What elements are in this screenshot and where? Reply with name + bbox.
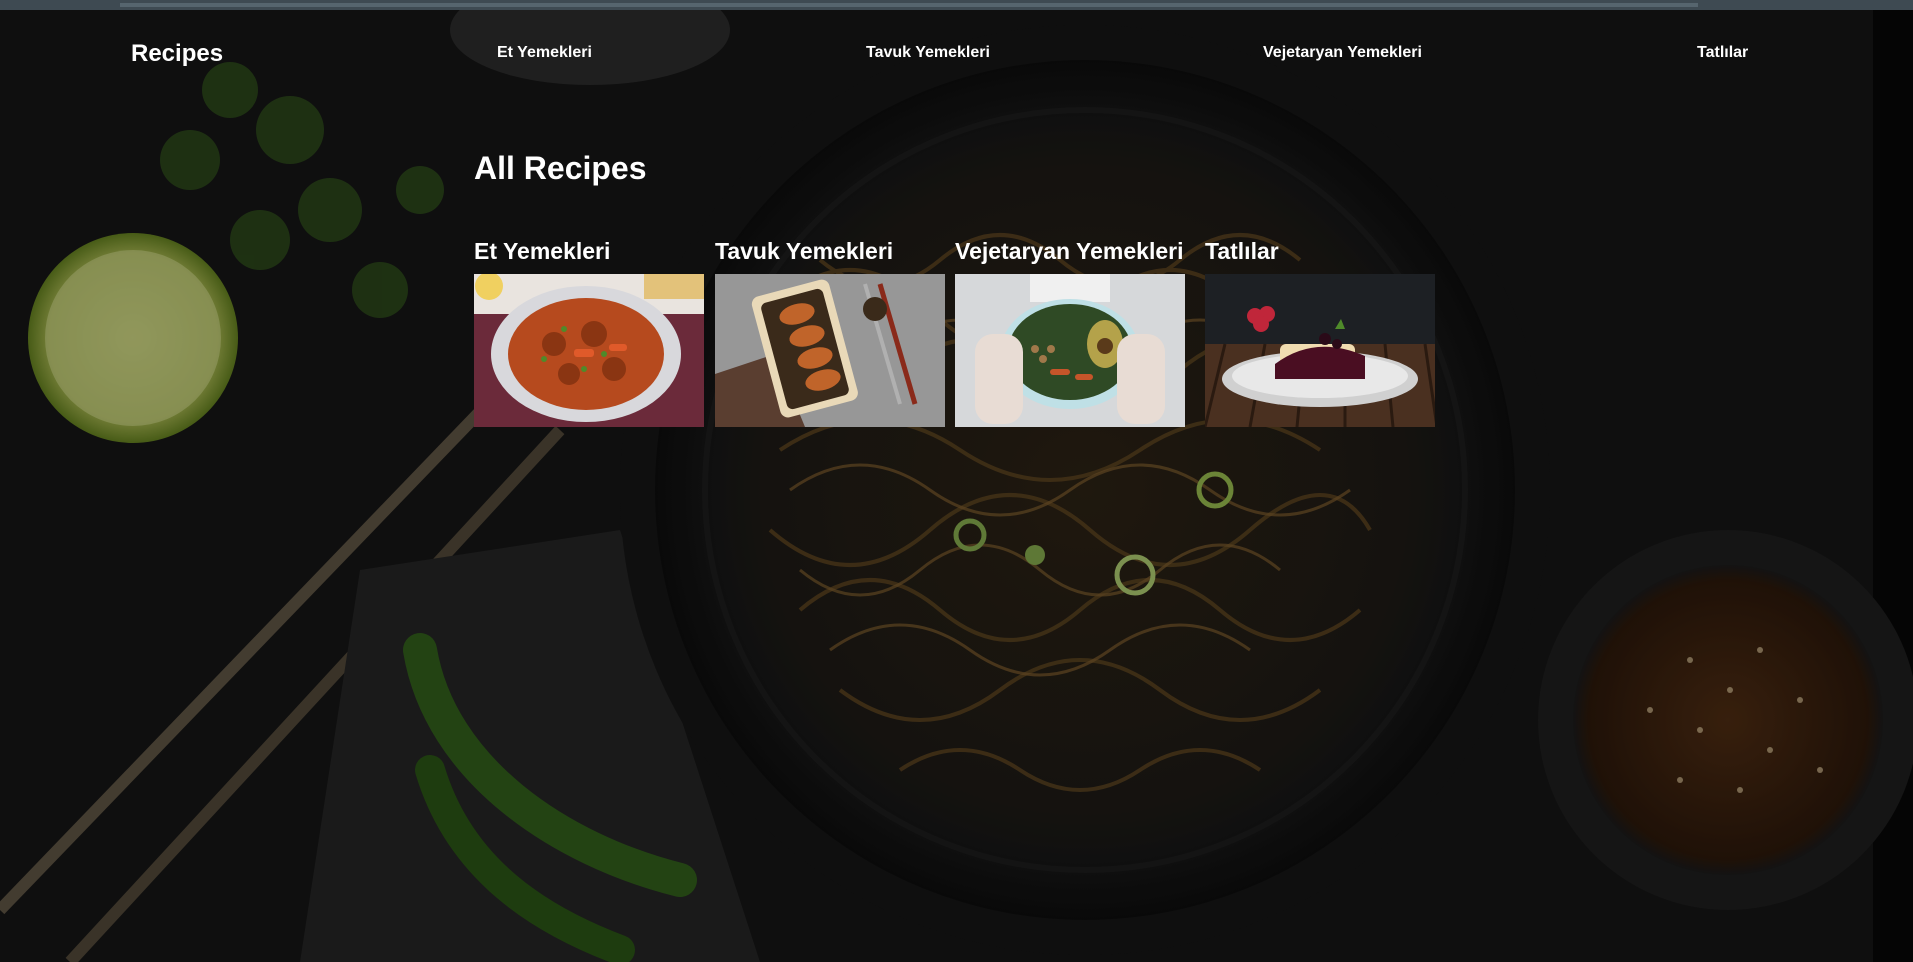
nav-link-et-yemekleri[interactable]: Et Yemekleri (497, 44, 592, 62)
category-card-vejetaryan-yemekleri[interactable]: Vejetaryan Yemekleri (955, 238, 1185, 427)
main-content: All Recipes Et Yemekleri Tavuk Yemekleri… (474, 150, 1454, 427)
nav-link-vejetaryan-yemekleri[interactable]: Vejetaryan Yemekleri (1263, 44, 1422, 62)
category-card-tatlilar[interactable]: Tatlılar (1205, 238, 1435, 427)
nav-link-tavuk-yemekleri[interactable]: Tavuk Yemekleri (866, 44, 990, 62)
vegetarian-bowl-image[interactable] (955, 274, 1185, 427)
brand-logo-link[interactable]: Recipes (131, 40, 223, 68)
meat-stew-image[interactable] (474, 274, 704, 427)
category-card-title: Et Yemekleri (474, 238, 611, 264)
category-card-title: Vejetaryan Yemekleri (955, 238, 1184, 264)
top-navbar: Recipes Et Yemekleri Tavuk Yemekleri Vej… (0, 10, 1913, 98)
category-card-et-yemekleri[interactable]: Et Yemekleri (474, 238, 704, 427)
window-top-strip (0, 0, 1913, 10)
category-card-tavuk-yemekleri[interactable]: Tavuk Yemekleri (715, 238, 945, 427)
window-top-strip-inner (120, 3, 1698, 7)
nav-link-tatlilar[interactable]: Tatlılar (1697, 44, 1748, 62)
roast-chicken-image[interactable] (715, 274, 945, 427)
page-title: All Recipes (474, 150, 647, 186)
category-card-title: Tatlılar (1205, 238, 1279, 264)
category-card-title: Tavuk Yemekleri (715, 238, 894, 264)
dessert-cake-image[interactable] (1205, 274, 1435, 427)
